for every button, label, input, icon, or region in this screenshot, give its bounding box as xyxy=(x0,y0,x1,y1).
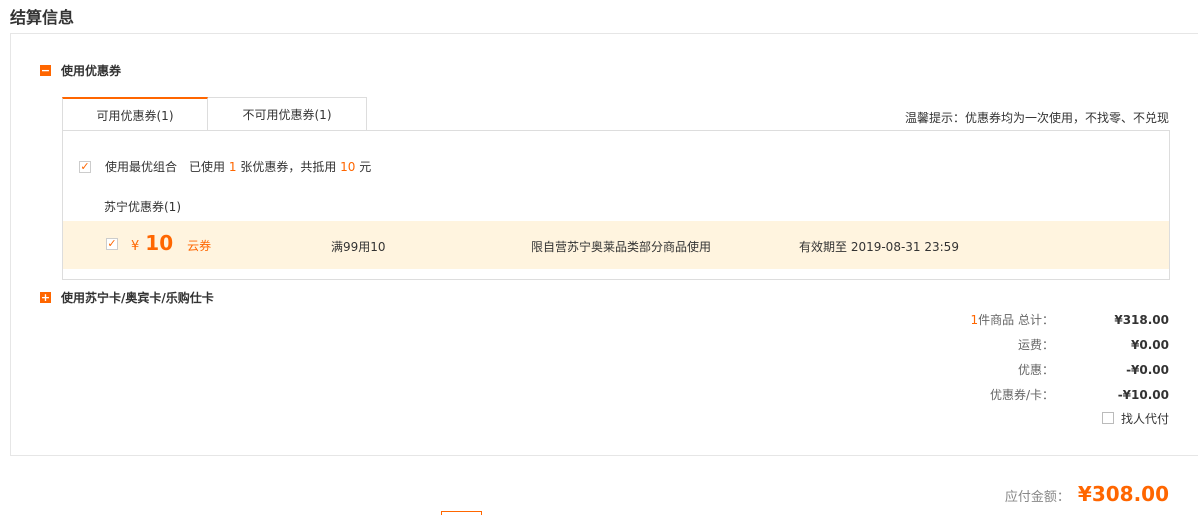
checkout-page: 结算信息 − 使用优惠券 可用优惠券(1) 不可用优惠券(1) 温馨提示：优惠券… xyxy=(0,0,1198,515)
coupon-expiry: 有效期至 2019-08-31 23:59 xyxy=(799,240,959,254)
coupon-list-box: ✓ 使用最优组合 已使用 1 张优惠券，共抵用 10 元 苏宁优惠券(1) ✓ … xyxy=(62,130,1170,280)
helper-pay-checkbox[interactable] xyxy=(1101,412,1114,424)
total-value: ¥318.00 xyxy=(1114,312,1169,327)
best-combo-checkbox[interactable]: ✓ xyxy=(79,160,91,173)
best-combo-summary: 已使用 1 张优惠券，共抵用 10 元 xyxy=(189,158,371,175)
coupon-currency: ¥ xyxy=(131,239,140,254)
coupon-section-header[interactable]: − 使用优惠券 xyxy=(40,63,122,78)
discount-label: 优惠： xyxy=(1017,363,1054,377)
coupon-scope: 限自营苏宁奥莱品类部分商品使用 xyxy=(531,240,712,254)
payable-value: ¥308.00 xyxy=(1077,482,1169,506)
coupon-tip: 温馨提示：优惠券均为一次使用，不找零、不兑现 xyxy=(904,111,1169,125)
summary-shipping-row: 运费： ¥0.00 xyxy=(869,332,1169,357)
minus-icon[interactable]: − xyxy=(40,64,51,76)
plus-icon[interactable]: + xyxy=(40,291,51,303)
coupon-tabs: 可用优惠券(1) 不可用优惠券(1) xyxy=(62,97,367,131)
summary-coupon-row: 优惠券/卡： -¥10.00 xyxy=(869,382,1169,407)
page-title: 结算信息 xyxy=(10,8,75,27)
discount-value: -¥0.00 xyxy=(1126,362,1169,377)
coupon-card-value: -¥10.00 xyxy=(1117,387,1169,402)
tab-unavailable-coupons[interactable]: 不可用优惠券(1) xyxy=(208,97,367,130)
used-mid: 张优惠券，共抵用 xyxy=(240,160,337,174)
coupon-group-label: 苏宁优惠券(1) xyxy=(104,200,181,214)
shipping-label: 运费： xyxy=(1017,338,1054,352)
coupon-amount: ¥ 10 云券 xyxy=(131,231,211,255)
coupon-value: 10 xyxy=(145,231,174,255)
used-suffix: 元 xyxy=(359,160,372,174)
card-section-title: 使用苏宁卡/奥宾卡/乐购仕卡 xyxy=(61,290,214,305)
total-label: 1件商品 总计： xyxy=(874,311,1054,328)
shipping-value: ¥0.00 xyxy=(1131,337,1169,352)
summary-discount-row: 优惠： -¥0.00 xyxy=(869,357,1169,382)
best-combo-label: 使用最优组合 xyxy=(105,160,178,174)
used-prefix: 已使用 xyxy=(189,160,226,174)
card-section-header[interactable]: + 使用苏宁卡/奥宾卡/乐购仕卡 xyxy=(40,290,214,305)
tab-available-coupons[interactable]: 可用优惠券(1) xyxy=(62,97,208,131)
helper-pay-label: 找人代付 xyxy=(1120,411,1169,426)
coupon-section-title: 使用优惠券 xyxy=(61,63,122,78)
submit-button-edge[interactable] xyxy=(441,511,482,515)
coupon-checkbox[interactable]: ✓ xyxy=(106,238,118,250)
payable-amount: 应付金额： ¥308.00 xyxy=(1005,482,1169,506)
summary-total-row: 1件商品 总计： ¥318.00 xyxy=(869,307,1169,332)
helper-pay-row[interactable]: 找人代付 xyxy=(869,407,1169,429)
payable-label: 应付金额： xyxy=(1004,490,1070,505)
used-amount: 10 xyxy=(340,160,356,174)
coupon-row[interactable]: ✓ ¥ 10 云券 满99用10 限自营苏宁奥莱品类部分商品使用 有效期至 20… xyxy=(63,221,1169,269)
price-summary: 1件商品 总计： ¥318.00 运费： ¥0.00 优惠： -¥0.00 优惠… xyxy=(869,307,1169,429)
used-count: 1 xyxy=(228,160,237,174)
coupon-card-label: 优惠券/卡： xyxy=(989,388,1054,402)
coupon-condition: 满99用10 xyxy=(331,240,386,254)
coupon-type: 云券 xyxy=(187,239,212,253)
best-combo-row: ✓ 使用最优组合 已使用 1 张优惠券，共抵用 10 元 xyxy=(79,158,371,175)
item-label: 件商品 总计： xyxy=(978,313,1054,327)
